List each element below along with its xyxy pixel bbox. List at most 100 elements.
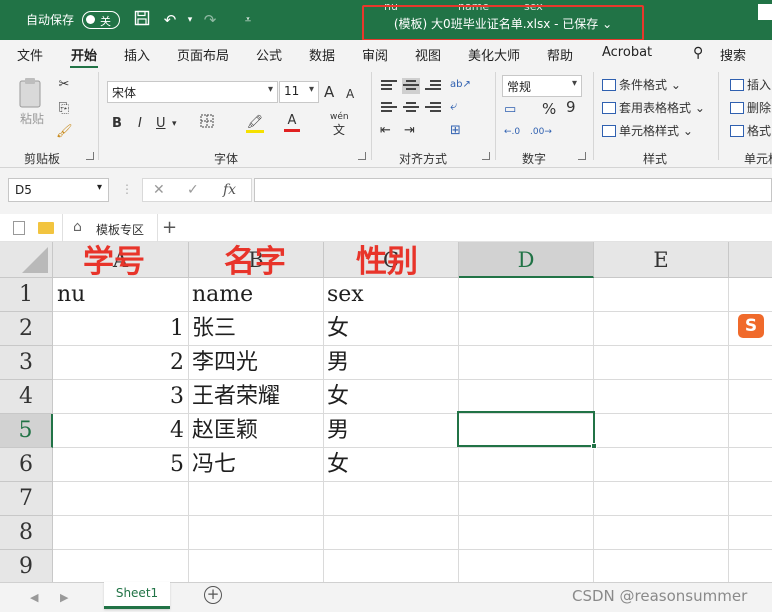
cell-a3[interactable]: 2	[53, 346, 188, 380]
tab-help[interactable]: 帮助	[547, 45, 573, 64]
enter-icon[interactable]: ✓	[187, 182, 199, 198]
align-left-icon[interactable]	[380, 100, 398, 116]
clipboard-launcher-icon[interactable]	[86, 152, 94, 160]
number-launcher-icon[interactable]	[578, 152, 586, 160]
cell-a4[interactable]: 3	[53, 380, 188, 414]
search-label[interactable]: 搜索	[720, 45, 746, 64]
active-cell-d5[interactable]	[457, 411, 597, 449]
tab-insert[interactable]: 插入	[124, 45, 150, 64]
tab-formulas[interactable]: 公式	[256, 45, 282, 64]
font-name-select[interactable]: 宋体 ▾	[107, 81, 278, 103]
align-top-icon[interactable]	[380, 78, 398, 94]
undo-icon[interactable]: ↶	[160, 10, 180, 30]
cell-b4[interactable]: 王者荣耀	[188, 380, 323, 414]
grow-font-button[interactable]: A	[324, 83, 334, 101]
undo-dropdown-icon[interactable]: ▾	[180, 10, 200, 30]
conditional-format-button[interactable]: 条件格式 ⌄	[602, 76, 681, 93]
document-title-highlight[interactable]: (模板) 大0班毕业证名单.xlsx - 已保存 ⌄	[362, 5, 644, 41]
align-center-icon[interactable]	[402, 100, 420, 116]
select-all-corner[interactable]	[0, 242, 53, 278]
window-restore-icon[interactable]	[758, 4, 772, 20]
align-right-icon[interactable]	[424, 100, 442, 116]
number-format-select[interactable]: 常规 ▾	[502, 75, 582, 97]
increase-decimal-icon[interactable]: ←.0	[504, 123, 520, 141]
tab-file[interactable]: 文件	[17, 45, 43, 64]
row-header-1[interactable]: 1	[0, 278, 53, 312]
insert-cells-button[interactable]: 插入	[730, 76, 771, 93]
cell-c2[interactable]: 女	[323, 312, 458, 346]
cell-b2[interactable]: 张三	[188, 312, 323, 346]
tab-acrobat[interactable]: Acrobat	[602, 45, 652, 60]
column-header-e[interactable]: E	[594, 242, 729, 278]
delete-cells-button[interactable]: 删除	[730, 99, 771, 116]
name-box[interactable]: D5 ▾	[8, 178, 109, 202]
cell-a5[interactable]: 4	[53, 414, 188, 448]
cell-b3[interactable]: 李四光	[188, 346, 323, 380]
underline-dropdown-icon[interactable]: ▾	[172, 115, 177, 133]
cell-styles-button[interactable]: 单元格样式 ⌄	[602, 122, 693, 139]
tab-review[interactable]: 审阅	[362, 45, 388, 64]
fill-color-icon[interactable]: 🖍	[246, 114, 264, 133]
sheet-next-icon[interactable]: ▶	[60, 591, 68, 604]
align-bottom-icon[interactable]	[424, 78, 442, 94]
tab-data[interactable]: 数据	[309, 45, 335, 64]
shrink-font-button[interactable]: A	[346, 85, 354, 103]
wrap-text-icon[interactable]: ⤶	[450, 98, 457, 116]
row-header-8[interactable]: 8	[0, 516, 53, 550]
autosave-toggle[interactable]: 关	[82, 11, 120, 29]
percent-button[interactable]: %	[542, 100, 556, 118]
row-header-7[interactable]: 7	[0, 482, 53, 516]
column-header-d[interactable]: D	[459, 242, 594, 278]
comma-style-button[interactable]: 9	[566, 98, 576, 116]
cell-c3[interactable]: 男	[323, 346, 458, 380]
format-painter-icon[interactable]: 🖌	[56, 123, 73, 141]
cell-c1[interactable]: sex	[323, 278, 458, 312]
row-header-6[interactable]: 6	[0, 448, 53, 482]
increase-indent-icon[interactable]: ⇥	[404, 122, 415, 140]
tab-beautify[interactable]: 美化大师	[468, 45, 520, 64]
formula-input[interactable]	[254, 178, 772, 202]
cut-icon[interactable]: ✂	[56, 76, 72, 94]
tab-view[interactable]: 视图	[415, 45, 441, 64]
cell-c5[interactable]: 男	[323, 414, 458, 448]
format-cells-button[interactable]: 格式	[730, 122, 771, 139]
orientation-icon[interactable]: ab↗	[450, 76, 471, 94]
sheet-prev-icon[interactable]: ◀	[30, 591, 38, 604]
row-header-4[interactable]: 4	[0, 380, 53, 414]
font-launcher-icon[interactable]	[358, 152, 366, 160]
align-middle-icon[interactable]	[402, 78, 420, 94]
save-icon[interactable]	[132, 10, 152, 30]
cell-c6[interactable]: 女	[323, 448, 458, 482]
tab-template-area[interactable]: ⌂ 模板专区	[62, 214, 158, 242]
add-sheet-button[interactable]: +	[204, 586, 222, 604]
cell-b1[interactable]: name	[188, 278, 323, 312]
row-header-5[interactable]: 5	[0, 414, 53, 448]
paste-label[interactable]: 粘贴	[20, 110, 44, 127]
italic-button[interactable]: I	[138, 115, 142, 133]
cell-b5[interactable]: 赵匡颖	[188, 414, 323, 448]
open-folder-icon[interactable]	[38, 222, 54, 234]
resize-handle-icon[interactable]: ⋮	[121, 182, 133, 196]
new-document-icon[interactable]	[13, 221, 25, 235]
decrease-indent-icon[interactable]: ⇤	[380, 122, 391, 140]
ime-logo-icon[interactable]: S	[738, 314, 764, 338]
bold-button[interactable]: B	[112, 115, 122, 133]
row-header-3[interactable]: 3	[0, 346, 53, 380]
row-header-2[interactable]: 2	[0, 312, 53, 346]
customize-toolbar-icon[interactable]: ⩡	[238, 10, 258, 30]
insert-function-button[interactable]: fx	[223, 182, 236, 198]
add-tab-button[interactable]: +	[162, 217, 177, 238]
redo-icon[interactable]: ↷	[200, 10, 220, 30]
underline-button[interactable]: U	[156, 115, 166, 133]
copy-icon[interactable]: ⎘	[56, 100, 72, 118]
cell-a2[interactable]: 1	[53, 312, 188, 346]
fill-handle[interactable]	[591, 443, 597, 449]
cancel-icon[interactable]: ✕	[153, 182, 165, 198]
accounting-icon[interactable]: ▭	[504, 101, 516, 119]
alignment-launcher-icon[interactable]	[482, 152, 490, 160]
font-color-button[interactable]: A	[284, 112, 300, 132]
merge-center-icon[interactable]: ⊞	[450, 122, 461, 140]
tab-page-layout[interactable]: 页面布局	[177, 45, 229, 64]
tab-home[interactable]: 开始	[71, 45, 97, 64]
cell-a6[interactable]: 5	[53, 448, 188, 482]
